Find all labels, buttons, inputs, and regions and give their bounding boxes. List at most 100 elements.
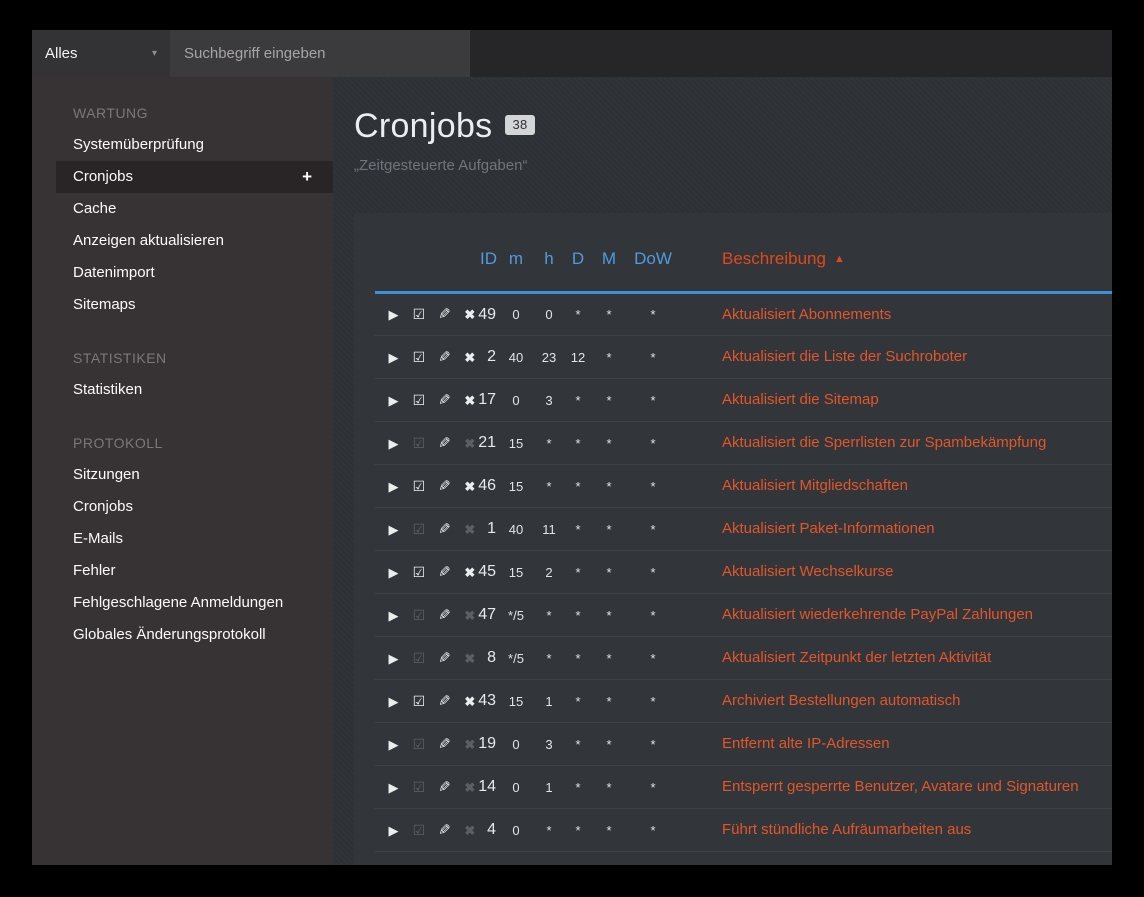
- edit-cronjob-icon[interactable]: ✎: [434, 735, 455, 753]
- edit-cronjob-icon[interactable]: ✎: [434, 477, 455, 495]
- toggle-cronjob-icon[interactable]: ☑: [408, 521, 429, 538]
- run-cronjob-icon[interactable]: ▶: [383, 651, 404, 667]
- header-hour[interactable]: h: [535, 213, 563, 293]
- cronjob-minute: 15: [497, 465, 535, 508]
- edit-cronjob-icon[interactable]: ✎: [434, 434, 455, 452]
- toggle-cronjob-icon[interactable]: ☑: [408, 650, 429, 667]
- delete-cronjob-icon[interactable]: ✖: [459, 479, 480, 495]
- sidebar-item-emails[interactable]: E-Mails: [32, 523, 333, 555]
- cronjob-description-link[interactable]: Aktualisiert Paket-Informationen: [722, 520, 935, 537]
- cronjob-minute: */5: [497, 594, 535, 637]
- sidebar-item-anzeigen-aktualisieren[interactable]: Anzeigen aktualisieren: [32, 225, 333, 257]
- cronjob-description-link[interactable]: Führt tägliche Aufräumarbeiten aus: [722, 864, 955, 865]
- delete-cronjob-icon[interactable]: ✖: [459, 350, 480, 366]
- cronjob-month: *: [593, 551, 625, 594]
- edit-cronjob-icon[interactable]: ✎: [434, 391, 455, 409]
- toggle-cronjob-icon[interactable]: ☑: [408, 822, 429, 839]
- edit-cronjob-icon[interactable]: ✎: [434, 348, 455, 366]
- edit-cronjob-icon[interactable]: ✎: [434, 606, 455, 624]
- edit-cronjob-icon[interactable]: ✎: [434, 778, 455, 796]
- sidebar-item-fehlgeschlagene-anmeldungen[interactable]: Fehlgeschlagene Anmeldungen: [32, 587, 333, 619]
- sidebar-item-sitzungen[interactable]: Sitzungen: [32, 459, 333, 491]
- sidebar-item-cronjobs-log[interactable]: Cronjobs: [32, 491, 333, 523]
- add-cronjob-icon[interactable]: +: [302, 161, 312, 193]
- sidebar-item-globales-aenderungsprotokoll[interactable]: Globales Änderungsprotokoll: [32, 619, 333, 651]
- toggle-cronjob-icon[interactable]: ☑: [408, 392, 429, 409]
- sidebar-item-sitemaps[interactable]: Sitemaps: [32, 289, 333, 321]
- delete-cronjob-icon[interactable]: ✖: [459, 694, 480, 710]
- sidebar-section-statistiken: STATISTIKEN: [32, 342, 333, 374]
- toggle-cronjob-icon[interactable]: ☑: [408, 865, 429, 866]
- sidebar-item-cronjobs[interactable]: Cronjobs +: [56, 161, 333, 193]
- run-cronjob-icon[interactable]: ▶: [383, 608, 404, 624]
- cronjob-description-link[interactable]: Entsperrt gesperrte Benutzer, Avatare un…: [722, 778, 1079, 795]
- header-dayofweek[interactable]: DoW: [625, 213, 681, 293]
- cronjob-description-link[interactable]: Aktualisiert Zeitpunkt der letzten Aktiv…: [722, 649, 991, 666]
- cronjob-dayofweek: *: [625, 594, 681, 637]
- run-cronjob-icon[interactable]: ▶: [383, 479, 404, 495]
- edit-cronjob-icon[interactable]: ✎: [434, 305, 455, 323]
- sidebar-item-statistiken[interactable]: Statistiken: [32, 374, 333, 406]
- run-cronjob-icon[interactable]: ▶: [383, 522, 404, 538]
- toggle-cronjob-icon[interactable]: ☑: [408, 779, 429, 796]
- run-cronjob-icon[interactable]: ▶: [383, 436, 404, 452]
- cronjob-description-link[interactable]: Archiviert Bestellungen automatisch: [722, 692, 960, 709]
- table-row: ▶ ☑ ✎ ✖ 17 0 3 * * * Aktualisiert die Si…: [375, 379, 1112, 422]
- sidebar-item-cache[interactable]: Cache: [32, 193, 333, 225]
- cronjob-description-link[interactable]: Aktualisiert wiederkehrende PayPal Zahlu…: [722, 606, 1033, 623]
- delete-cronjob-icon[interactable]: ✖: [459, 307, 480, 323]
- header-day[interactable]: D: [563, 213, 593, 293]
- search-input[interactable]: [170, 30, 470, 77]
- toggle-cronjob-icon[interactable]: ☑: [408, 306, 429, 323]
- run-cronjob-icon[interactable]: ▶: [383, 393, 404, 409]
- edit-cronjob-icon[interactable]: ✎: [434, 864, 455, 866]
- run-cronjob-icon[interactable]: ▶: [383, 307, 404, 323]
- delete-cronjob-icon[interactable]: ✖: [459, 565, 480, 581]
- cronjob-description-link[interactable]: Aktualisiert die Liste der Suchroboter: [722, 348, 967, 365]
- header-minute[interactable]: m: [497, 213, 535, 293]
- cronjob-dayofweek: *: [625, 508, 681, 551]
- sidebar-item-datenimport[interactable]: Datenimport: [32, 257, 333, 289]
- edit-cronjob-icon[interactable]: ✎: [434, 649, 455, 667]
- toggle-cronjob-icon[interactable]: ☑: [408, 349, 429, 366]
- cronjob-description-link[interactable]: Entfernt alte IP-Adressen: [722, 735, 890, 752]
- toggle-cronjob-icon[interactable]: ☑: [408, 478, 429, 495]
- header-month[interactable]: M: [593, 213, 625, 293]
- toggle-cronjob-icon[interactable]: ☑: [408, 435, 429, 452]
- run-cronjob-icon[interactable]: ▶: [383, 694, 404, 710]
- cronjob-description-link[interactable]: Aktualisiert Abonnements: [722, 306, 891, 323]
- sidebar-item-fehler[interactable]: Fehler: [32, 555, 333, 587]
- toggle-cronjob-icon[interactable]: ☑: [408, 693, 429, 710]
- edit-cronjob-icon[interactable]: ✎: [434, 692, 455, 710]
- delete-cronjob-icon[interactable]: ✖: [459, 522, 480, 538]
- delete-cronjob-icon[interactable]: ✖: [459, 608, 480, 624]
- delete-cronjob-icon[interactable]: ✖: [459, 780, 480, 796]
- run-cronjob-icon[interactable]: ▶: [383, 350, 404, 366]
- edit-cronjob-icon[interactable]: ✎: [434, 821, 455, 839]
- edit-cronjob-icon[interactable]: ✎: [434, 520, 455, 538]
- run-cronjob-icon[interactable]: ▶: [383, 780, 404, 796]
- delete-cronjob-icon[interactable]: ✖: [459, 651, 480, 667]
- search-scope-dropdown[interactable]: Alles ▾: [32, 30, 170, 77]
- cronjob-description-link[interactable]: Aktualisiert die Sitemap: [722, 391, 879, 408]
- delete-cronjob-icon[interactable]: ✖: [459, 436, 480, 452]
- header-description[interactable]: Beschreibung▲: [681, 213, 1112, 293]
- toggle-cronjob-icon[interactable]: ☑: [408, 736, 429, 753]
- run-cronjob-icon[interactable]: ▶: [383, 737, 404, 753]
- cronjob-description-link[interactable]: Führt stündliche Aufräumarbeiten aus: [722, 821, 971, 838]
- run-cronjob-icon[interactable]: ▶: [383, 823, 404, 839]
- delete-cronjob-icon[interactable]: ✖: [459, 393, 480, 409]
- cronjob-hour: 1: [535, 766, 563, 809]
- cronjob-description-link[interactable]: Aktualisiert Mitgliedschaften: [722, 477, 908, 494]
- sidebar-item-systemueberpruefung[interactable]: Systemüberprüfung: [32, 129, 333, 161]
- header-id[interactable]: ID: [463, 213, 497, 293]
- cronjob-description-link[interactable]: Aktualisiert die Sperrlisten zur Spambek…: [722, 434, 1046, 451]
- toggle-cronjob-icon[interactable]: ☑: [408, 564, 429, 581]
- edit-cronjob-icon[interactable]: ✎: [434, 563, 455, 581]
- delete-cronjob-icon[interactable]: ✖: [459, 737, 480, 753]
- cronjob-description-link[interactable]: Aktualisiert Wechselkurse: [722, 563, 893, 580]
- toggle-cronjob-icon[interactable]: ☑: [408, 607, 429, 624]
- cronjob-dayofweek: *: [625, 637, 681, 680]
- delete-cronjob-icon[interactable]: ✖: [459, 823, 480, 839]
- run-cronjob-icon[interactable]: ▶: [383, 565, 404, 581]
